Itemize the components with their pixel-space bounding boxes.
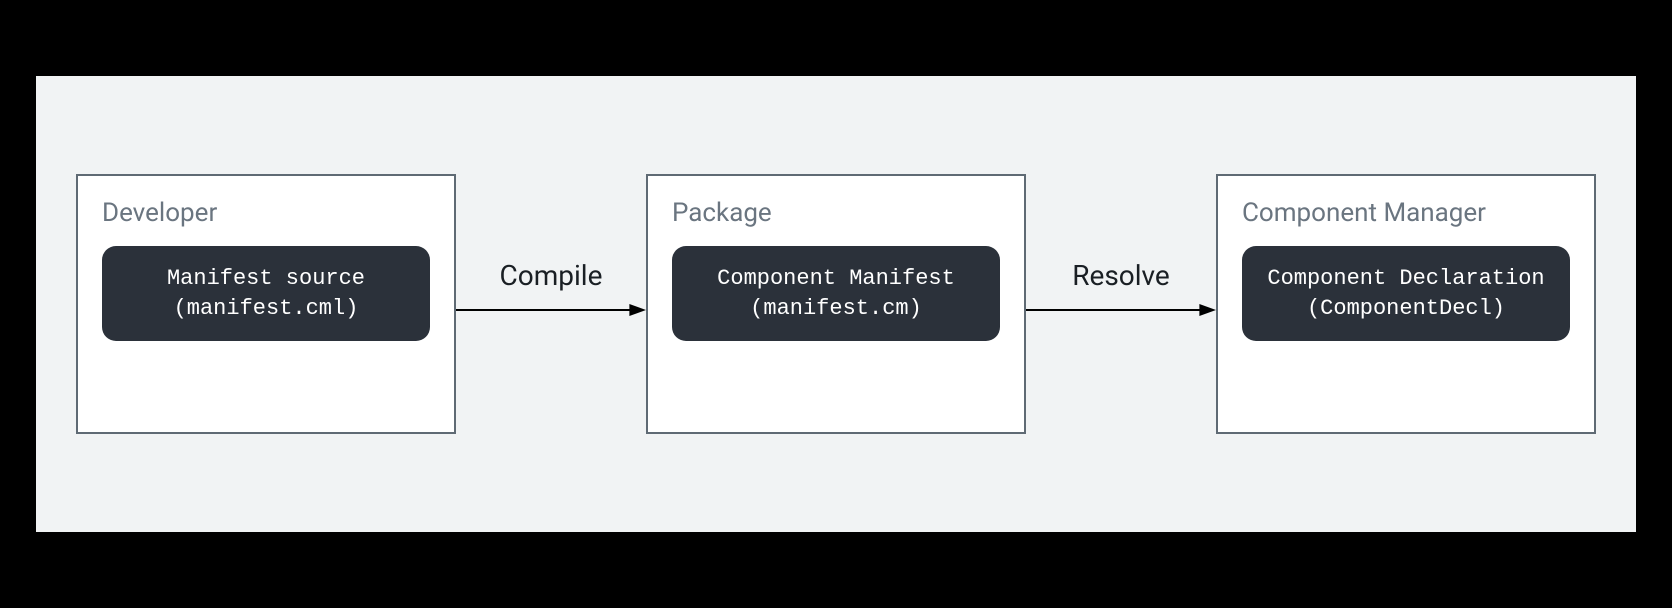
arrow-right-icon bbox=[456, 300, 646, 320]
pill-line: Manifest source bbox=[167, 266, 365, 291]
arrow-label: Compile bbox=[500, 259, 603, 292]
stage-title: Developer bbox=[102, 198, 430, 228]
pill-line: Component Manifest bbox=[717, 266, 955, 291]
arrow-compile: Compile bbox=[456, 174, 646, 434]
arrow-label: Resolve bbox=[1072, 259, 1170, 292]
pill-line: (manifest.cm) bbox=[750, 296, 922, 321]
stage-developer: Developer Manifest source (manifest.cml) bbox=[76, 174, 456, 434]
diagram-canvas: Developer Manifest source (manifest.cml)… bbox=[34, 74, 1638, 534]
component-declaration-pill: Component Declaration (ComponentDecl) bbox=[1242, 246, 1570, 341]
pill-line: (ComponentDecl) bbox=[1307, 296, 1505, 321]
stage-title: Component Manager bbox=[1242, 198, 1570, 228]
manifest-source-pill: Manifest source (manifest.cml) bbox=[102, 246, 430, 341]
stage-title: Package bbox=[672, 198, 1000, 228]
stage-package: Package Component Manifest (manifest.cm) bbox=[646, 174, 1026, 434]
arrow-right-icon bbox=[1026, 300, 1216, 320]
stage-component-manager: Component Manager Component Declaration … bbox=[1216, 174, 1596, 434]
pill-line: Component Declaration bbox=[1267, 266, 1544, 291]
arrow-resolve: Resolve bbox=[1026, 174, 1216, 434]
component-manifest-pill: Component Manifest (manifest.cm) bbox=[672, 246, 1000, 341]
pill-line: (manifest.cml) bbox=[174, 296, 359, 321]
